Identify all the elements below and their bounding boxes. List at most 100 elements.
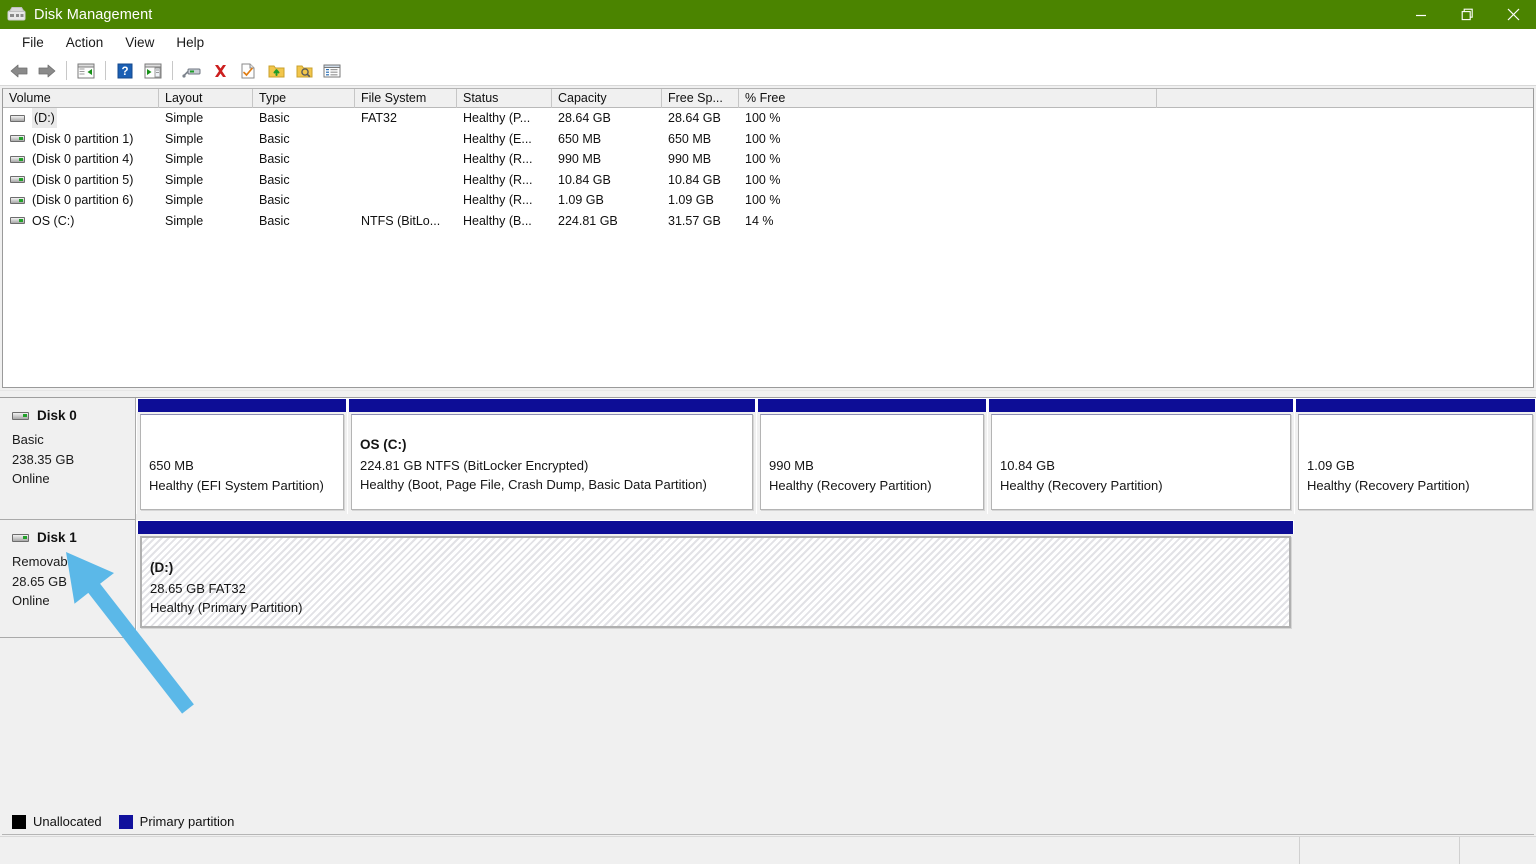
- cell-free-space: 1.09 GB: [668, 193, 714, 208]
- table-row[interactable]: (Disk 0 partition 6) Simple Basic Healthy (…: [3, 190, 1533, 211]
- disk-type: Removable: [12, 554, 78, 569]
- partition-strip: 650 MB Healthy (EFI System Partition) OS (…: [136, 398, 1536, 520]
- column-header-file-system[interactable]: File System: [355, 89, 457, 108]
- cell-free-space: 990 MB: [668, 152, 712, 167]
- cell-status: Healthy (R...: [463, 172, 533, 187]
- column-header-volume[interactable]: Volume: [3, 89, 159, 108]
- cell-status: Healthy (R...: [463, 193, 533, 208]
- forward-icon[interactable]: [33, 58, 61, 83]
- pane-splitter[interactable]: [0, 390, 1536, 398]
- status-bar-segment: [1460, 837, 1536, 864]
- column-header-type[interactable]: Type: [253, 89, 355, 108]
- cell-file-system: NTFS (BitLo...: [361, 213, 441, 228]
- disk-title: Disk 1: [12, 530, 135, 545]
- properties-icon[interactable]: [234, 58, 262, 83]
- delete-icon[interactable]: [206, 58, 234, 83]
- primary-partition-swatch: [118, 814, 133, 829]
- close-icon[interactable]: [1490, 0, 1536, 29]
- cell-file-system: FAT32: [361, 111, 397, 126]
- partition-block[interactable]: 990 MB Healthy (Recovery Partition): [756, 398, 987, 514]
- disk-management-window: Disk Management File Action View Help ? …: [0, 0, 1536, 864]
- cell-layout: Simple: [165, 152, 204, 167]
- cell-percent-free: 100 %: [745, 111, 781, 126]
- cell-capacity: 1.09 GB: [558, 193, 604, 208]
- title-bar: Disk Management: [0, 0, 1536, 29]
- drive-icon-green: [10, 196, 25, 204]
- show-hide-action-pane-icon[interactable]: [139, 58, 167, 83]
- disk-panel-disk-0[interactable]: Disk 0 Basic 238.35 GB Online 650 MB Healthy …: [0, 398, 1536, 520]
- search-icon[interactable]: [290, 58, 318, 83]
- legend-label-primary-partition: Primary partition: [139, 814, 235, 829]
- view-details-icon[interactable]: [318, 58, 346, 83]
- cell-percent-free: 100 %: [745, 152, 781, 167]
- partition-color-bar: [1295, 398, 1536, 412]
- volume-label: (Disk 0 partition 4): [32, 152, 134, 167]
- partition-title: (D:): [150, 560, 174, 575]
- partition-status: Healthy (Recovery Partition): [1000, 477, 1163, 493]
- svg-text:?: ?: [121, 66, 128, 78]
- partition-status: Healthy (Primary Partition): [150, 600, 303, 615]
- volume-list-body: (D:) Simple Basic FAT32 Healthy (P... 28.64 G…: [3, 108, 1533, 231]
- cell-free-space: 31.57 GB: [668, 213, 721, 228]
- restore-icon[interactable]: [1444, 0, 1490, 29]
- graphical-view: Disk 0 Basic 238.35 GB Online 650 MB Healthy …: [0, 398, 1536, 808]
- export-list-icon[interactable]: [262, 58, 290, 83]
- cell-status: Healthy (B...: [463, 213, 532, 228]
- partition-color-bar: [988, 398, 1294, 412]
- column-header-filler: [1157, 89, 1533, 108]
- column-header-layout[interactable]: Layout: [159, 89, 253, 108]
- toolbar: ?: [0, 56, 1536, 85]
- partition-color-bar: [137, 398, 347, 412]
- rescan-disks-icon[interactable]: [178, 58, 206, 83]
- column-header-status[interactable]: Status: [457, 89, 552, 108]
- partition-size: 224.81 GB NTFS (BitLocker Encrypted): [360, 457, 589, 473]
- menu-help[interactable]: Help: [166, 32, 214, 53]
- disk-name: Disk 1: [37, 530, 77, 545]
- volume-label: (Disk 0 partition 5): [32, 172, 134, 187]
- drive-icon-green: [10, 217, 25, 225]
- table-row[interactable]: (D:) Simple Basic FAT32 Healthy (P... 28.64 G…: [3, 108, 1533, 129]
- disk-size: 28.65 GB: [12, 573, 67, 589]
- volume-label: (D:): [32, 108, 57, 129]
- menu-bar: File Action View Help: [0, 29, 1536, 56]
- partition-block[interactable]: (D:) 28.65 GB FAT32 Healthy (Primary Parti…: [136, 520, 1294, 632]
- partition-color-bar: [757, 398, 987, 412]
- partition-details: 650 MB Healthy (EFI System Partition): [140, 414, 344, 510]
- cell-type: Basic: [259, 213, 290, 228]
- partition-status: Healthy (Recovery Partition): [1307, 477, 1470, 493]
- cell-volume: OS (C:): [3, 211, 159, 231]
- cell-free-space: 10.84 GB: [668, 172, 721, 187]
- status-bar-segment: [1300, 837, 1460, 864]
- partition-block[interactable]: OS (C:) 224.81 GB NTFS (BitLocker Encrypt…: [347, 398, 756, 514]
- partition-block[interactable]: 1.09 GB Healthy (Recovery Partition): [1294, 398, 1536, 514]
- minimize-icon[interactable]: [1398, 0, 1444, 29]
- column-header-free-sp[interactable]: Free Sp...: [662, 89, 739, 108]
- column-header-capacity[interactable]: Capacity: [552, 89, 662, 108]
- table-row[interactable]: (Disk 0 partition 5) Simple Basic Healthy (…: [3, 170, 1533, 191]
- menu-action[interactable]: Action: [56, 32, 114, 53]
- partition-size: 28.65 GB FAT32: [150, 580, 246, 596]
- back-icon[interactable]: [5, 58, 33, 83]
- show-hide-console-tree-icon[interactable]: [72, 58, 100, 83]
- partition-block[interactable]: 650 MB Healthy (EFI System Partition): [136, 398, 347, 514]
- window-controls: [1398, 0, 1536, 29]
- help-icon[interactable]: ?: [111, 58, 139, 83]
- legend-label-unallocated: Unallocated: [33, 814, 102, 829]
- menu-view[interactable]: View: [115, 32, 164, 53]
- partition-details: 990 MB Healthy (Recovery Partition): [760, 414, 984, 510]
- partition-size: 990 MB: [769, 458, 814, 473]
- menu-file[interactable]: File: [12, 32, 54, 53]
- cell-layout: Simple: [165, 213, 204, 228]
- column-header--free[interactable]: % Free: [739, 89, 1157, 108]
- table-row[interactable]: (Disk 0 partition 1) Simple Basic Healthy (…: [3, 129, 1533, 150]
- table-row[interactable]: OS (C:) Simple Basic NTFS (BitLo... Healthy …: [3, 211, 1533, 232]
- partition-block[interactable]: 10.84 GB Healthy (Recovery Partition): [987, 398, 1294, 514]
- table-row[interactable]: (Disk 0 partition 4) Simple Basic Healthy (…: [3, 149, 1533, 170]
- disk-info[interactable]: Disk 0 Basic 238.35 GB Online: [0, 398, 136, 520]
- cell-percent-free: 100 %: [745, 193, 781, 208]
- partition-status: Healthy (Recovery Partition): [769, 477, 932, 493]
- cell-layout: Simple: [165, 111, 204, 126]
- disk-info[interactable]: Disk 1 Removable 28.65 GB Online: [0, 520, 136, 638]
- drive-icon-green: [10, 155, 25, 163]
- disk-panel-disk-1[interactable]: Disk 1 Removable 28.65 GB Online (D:) 28.65 G…: [0, 520, 1536, 638]
